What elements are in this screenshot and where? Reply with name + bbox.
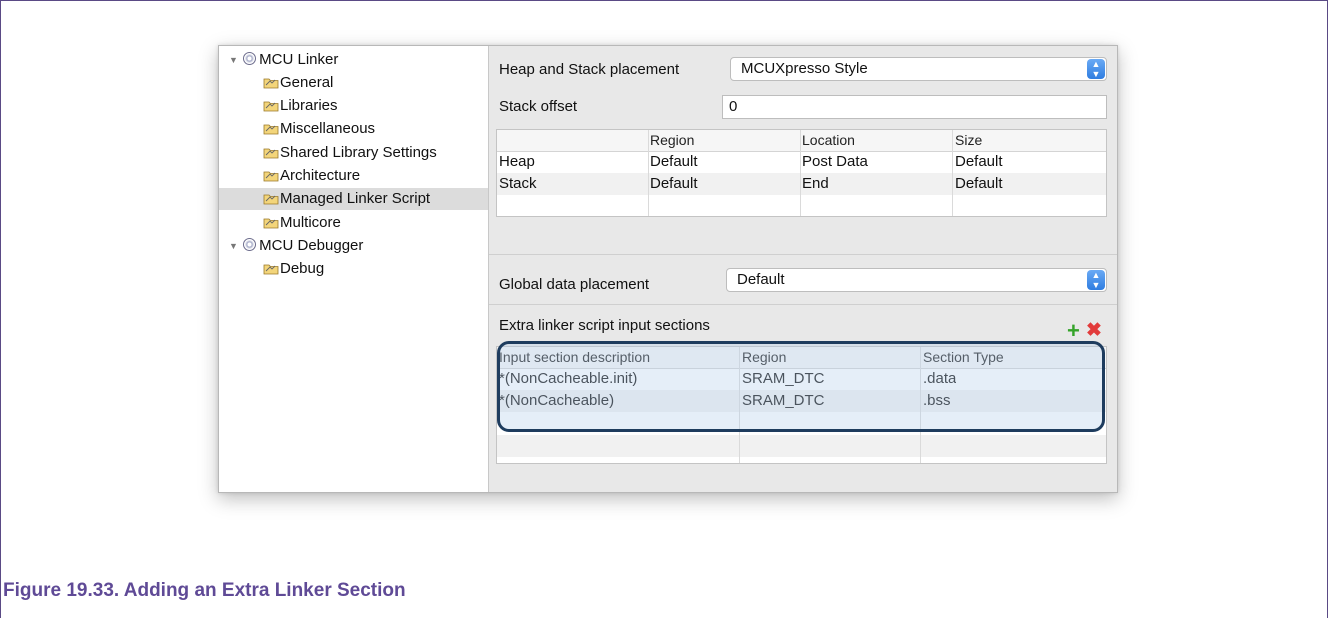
settings-panel: Heap and Stack placement MCUXpresso Styl… (489, 46, 1117, 492)
expand-triangle-icon[interactable]: ▼ (229, 49, 239, 71)
properties-dialog: ▼ MCU Linker General Libraries Miscellan… (218, 45, 1118, 493)
heap-stack-placement-label: Heap and Stack placement (499, 61, 680, 78)
section-separator (489, 254, 1117, 255)
chevron-updown-icon: ▲ ▼ (1087, 270, 1105, 290)
global-data-placement-label: Global data placement (499, 276, 650, 293)
figure-caption: Figure 19.33. Adding an Extra Linker Sec… (3, 580, 406, 601)
tree-item-debug[interactable]: Debug (263, 258, 324, 280)
tree-item-label: General (280, 74, 334, 91)
chevron-updown-icon: ▲ ▼ (1087, 59, 1105, 79)
folder-icon (263, 171, 279, 182)
cell-section-type: .bss (923, 392, 951, 409)
column-divider (648, 130, 649, 216)
table-row[interactable]: Heap Default Post Data Default (497, 151, 1106, 173)
tree-item-architecture[interactable]: Architecture (263, 165, 360, 187)
cell-size: Default (955, 175, 1003, 192)
tree-item-label: Libraries (280, 97, 338, 114)
folder-icon (263, 264, 279, 275)
table-header: Region Location Size (497, 130, 1106, 152)
cell-region: Default (650, 153, 698, 170)
tree-item-mcu-debugger[interactable]: ▼ MCU Debugger (229, 235, 363, 257)
folder-icon (263, 194, 279, 205)
tree-item-shared-library-settings[interactable]: Shared Library Settings (263, 142, 437, 164)
column-header-region[interactable]: Region (650, 130, 694, 151)
global-data-placement-select[interactable]: Default ▲ ▼ (726, 268, 1107, 292)
tree-item-label: MCU Linker (259, 51, 339, 68)
empty-row (497, 435, 1106, 457)
column-header-description[interactable]: Input section description (499, 347, 650, 368)
cell-section-type: .data (923, 370, 957, 387)
heap-stack-placement-select[interactable]: MCUXpresso Style ▲ ▼ (730, 57, 1107, 81)
folder-icon (263, 148, 279, 159)
gear-icon (243, 238, 257, 251)
tree-item-managed-linker-script[interactable]: Managed Linker Script (219, 188, 488, 210)
cell-location: End (802, 175, 829, 192)
cell-size: Default (955, 153, 1003, 170)
column-header-section-type[interactable]: Section Type (923, 347, 1004, 368)
table-header: Input section description Region Section… (497, 347, 1106, 369)
tree-item-label: Architecture (280, 167, 361, 184)
extra-sections-table: Input section description Region Section… (496, 346, 1107, 464)
cell-region: SRAM_DTC (742, 370, 825, 387)
tree-item-miscellaneous[interactable]: Miscellaneous (263, 118, 375, 140)
expand-triangle-icon[interactable]: ▼ (229, 235, 239, 257)
tree-item-general[interactable]: General (263, 72, 333, 94)
column-divider (800, 130, 801, 216)
column-divider (952, 130, 953, 216)
cell-description: *(NonCacheable.init) (499, 370, 638, 387)
column-divider (739, 347, 740, 463)
column-header-region[interactable]: Region (742, 347, 786, 368)
cell-name: Heap (499, 153, 535, 170)
extra-sections-label: Extra linker script input sections (499, 317, 710, 334)
select-value: MCUXpresso Style (741, 60, 868, 77)
tree-item-label: Miscellaneous (280, 120, 376, 137)
cell-name: Stack (499, 175, 537, 192)
tree-item-label: MCU Debugger (259, 237, 364, 254)
tree-item-label: Shared Library Settings (280, 144, 437, 161)
heap-stack-table: Region Location Size Heap Default Post D… (496, 129, 1107, 217)
tree-item-label: Debug (280, 260, 325, 277)
tree-item-libraries[interactable]: Libraries (263, 95, 338, 117)
folder-icon (263, 101, 279, 112)
plus-icon[interactable]: + (1067, 320, 1080, 342)
column-header-size[interactable]: Size (955, 130, 982, 151)
select-value: Default (737, 271, 785, 288)
tree-item-label: Multicore (280, 214, 341, 231)
stack-offset-input[interactable]: 0 (722, 95, 1107, 119)
column-header-location[interactable]: Location (802, 130, 855, 151)
folder-icon (263, 124, 279, 135)
cell-location: Post Data (802, 153, 868, 170)
tree-item-mcu-linker[interactable]: ▼ MCU Linker (229, 49, 338, 71)
gear-icon (243, 52, 257, 65)
table-row[interactable]: Stack Default End Default (497, 173, 1106, 195)
table-row[interactable]: *(NonCacheable) SRAM_DTC .bss (497, 390, 1106, 412)
cell-description: *(NonCacheable) (499, 392, 615, 409)
input-value: 0 (729, 98, 738, 115)
tree-item-multicore[interactable]: Multicore (263, 212, 341, 234)
table-row[interactable]: *(NonCacheable.init) SRAM_DTC .data (497, 368, 1106, 390)
cell-region: SRAM_DTC (742, 392, 825, 409)
section-separator (489, 304, 1117, 305)
tree-item-label: Managed Linker Script (280, 190, 431, 207)
delete-icon[interactable]: ✖ (1086, 321, 1102, 341)
cell-region: Default (650, 175, 698, 192)
settings-tree: ▼ MCU Linker General Libraries Miscellan… (219, 46, 489, 492)
stack-offset-label: Stack offset (499, 98, 578, 115)
column-divider (920, 347, 921, 463)
folder-icon (263, 218, 279, 229)
folder-icon (263, 78, 279, 89)
